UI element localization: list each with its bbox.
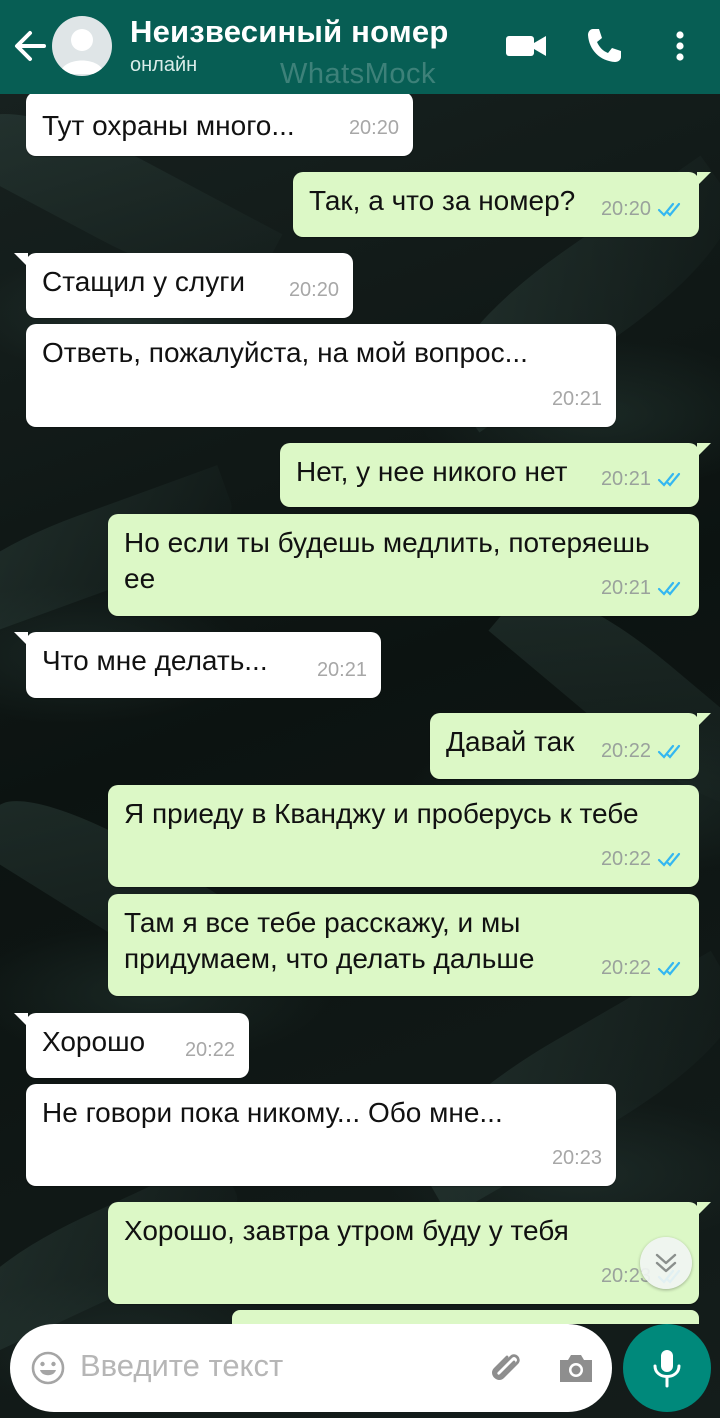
read-ticks-icon xyxy=(657,961,681,976)
message-time: 20:23 xyxy=(551,1147,602,1169)
message-time: 20:22 xyxy=(600,848,651,870)
read-ticks-icon xyxy=(657,744,681,759)
read-ticks-icon xyxy=(657,202,681,217)
message-time: 20:21 xyxy=(600,577,651,599)
camera-icon[interactable] xyxy=(556,1348,596,1388)
message-incoming[interactable]: Стащил у слуги 20:20 xyxy=(14,253,353,318)
message-outgoing-partial xyxy=(232,1310,699,1324)
message-time: 20:22 xyxy=(184,1039,235,1061)
read-ticks-icon xyxy=(657,472,681,487)
default-avatar-icon xyxy=(60,29,104,74)
menu-button[interactable] xyxy=(656,22,704,70)
back-button[interactable] xyxy=(10,24,50,68)
message-outgoing[interactable]: Давай так 20:22 xyxy=(430,713,711,779)
message-time: 20:22 xyxy=(600,740,651,762)
message-outgoing[interactable]: Нет, у нее никого нет 20:21 xyxy=(280,443,711,507)
message-text: Тут охраны много... xyxy=(42,110,295,141)
message-text: Там я все тебе расскажу, и мы придумаем,… xyxy=(124,907,535,974)
video-camera-icon xyxy=(506,36,546,56)
message-outgoing[interactable]: Хорошо, завтра утром буду у тебя 20:23 xyxy=(108,1202,711,1304)
message-time: 20:22 xyxy=(600,957,651,979)
watermark: WhatsMock xyxy=(280,58,436,90)
message-time: 20:21 xyxy=(600,468,651,490)
voice-call-button[interactable] xyxy=(580,22,628,70)
arrow-left-icon xyxy=(15,31,46,61)
message-time: 20:21 xyxy=(551,388,602,410)
chat-header: Неизвесиный номер онлайн WhatsMock xyxy=(0,0,720,94)
message-time: 20:20 xyxy=(288,279,339,301)
message-incoming[interactable]: Хорошо 20:22 xyxy=(14,1013,249,1078)
message-incoming[interactable]: Ответь, пожалуйста, на мой вопрос... 20:… xyxy=(26,324,616,427)
read-ticks-icon xyxy=(657,581,681,596)
message-outgoing[interactable]: Я приеду в Кванджу и проберусь к тебе 20… xyxy=(108,785,699,887)
read-ticks-icon xyxy=(657,852,681,867)
message-input[interactable]: Введите текст xyxy=(10,1324,612,1412)
message-time: 20:20 xyxy=(600,198,651,220)
contact-name[interactable]: Неизвесиный номер xyxy=(130,14,449,50)
phone-icon xyxy=(588,29,621,62)
message-text: Но если ты будешь медлить, потеряешь ее xyxy=(124,527,658,594)
message-text: Хорошо, завтра утром буду у тебя xyxy=(124,1215,569,1246)
message-time: 20:21 xyxy=(316,659,367,681)
double-chevron-down-icon xyxy=(655,1253,677,1273)
message-outgoing[interactable]: Там я все тебе расскажу, и мы придумаем,… xyxy=(108,894,699,996)
video-call-button[interactable] xyxy=(502,22,550,70)
message-time: 20:20 xyxy=(348,117,399,139)
contact-status: онлайн xyxy=(130,54,198,76)
more-vertical-icon xyxy=(676,31,684,61)
message-incoming[interactable]: Тут охраны много... 20:20 xyxy=(26,92,413,156)
avatar[interactable] xyxy=(52,16,112,76)
message-outgoing[interactable]: Но если ты будешь медлить, потеряешь ее … xyxy=(108,514,699,616)
message-incoming[interactable]: Что мне делать... 20:21 xyxy=(14,632,381,698)
message-text: Не говори пока никому... Обо мне... xyxy=(42,1097,503,1128)
message-text: Я приеду в Кванджу и проберусь к тебе xyxy=(124,798,639,829)
microphone-icon xyxy=(653,1350,681,1388)
emoji-icon[interactable] xyxy=(30,1350,66,1386)
paperclip-icon[interactable] xyxy=(486,1348,526,1388)
message-incoming[interactable]: Не говори пока никому... Обо мне... 20:2… xyxy=(26,1084,616,1186)
scroll-to-bottom-button[interactable] xyxy=(640,1237,692,1289)
message-text: Ответь, пожалуйста, на мой вопрос... xyxy=(42,337,528,368)
microphone-button[interactable] xyxy=(623,1324,711,1412)
message-input-placeholder: Введите текст xyxy=(80,1348,284,1383)
message-outgoing[interactable]: Так, а что за номер? 20:20 xyxy=(293,172,711,237)
